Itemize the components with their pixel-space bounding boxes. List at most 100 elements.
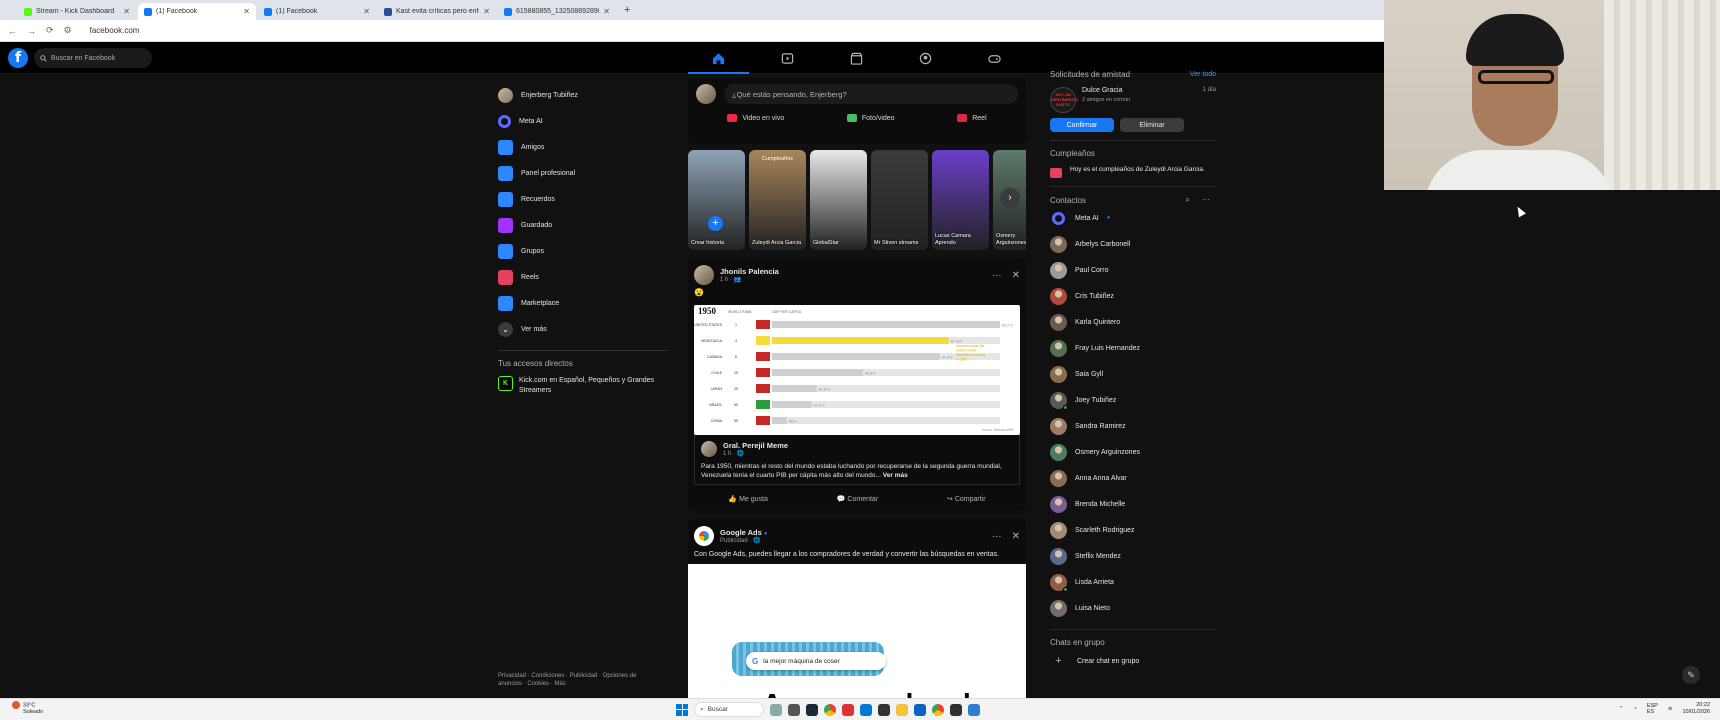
- sidebar-item[interactable]: Panel profesional: [498, 160, 668, 186]
- network-icon[interactable]: ◔: [1634, 706, 1637, 712]
- new-message-button[interactable]: ✎: [1682, 666, 1700, 684]
- footer-links[interactable]: Privacidad · Condiciones · Publicidad · …: [498, 672, 658, 688]
- contact-item[interactable]: Brenda Michelle: [1050, 491, 1216, 517]
- contact-item[interactable]: Sandra Ramirez: [1050, 413, 1216, 439]
- sidebar-item[interactable]: Reels: [498, 264, 668, 290]
- contact-item[interactable]: Saia Gyll: [1050, 361, 1216, 387]
- live-video-button[interactable]: Video en vivo: [727, 114, 784, 122]
- sidebar-item[interactable]: Amigos: [498, 134, 668, 160]
- widgets-icon[interactable]: [770, 703, 782, 716]
- ad-image[interactable]: G la mejor máquina de coser Aparece dond…: [688, 564, 1026, 704]
- calculator-icon[interactable]: [878, 703, 890, 716]
- store-icon[interactable]: [860, 703, 872, 716]
- start-button[interactable]: [676, 703, 688, 716]
- mail-icon[interactable]: [914, 703, 926, 716]
- chart-image[interactable]: 1950 WORLD RANK GDP PER CAPITA UNITED STATE…: [694, 305, 1020, 435]
- more-options-icon[interactable]: ···: [1202, 195, 1210, 205]
- contact-item[interactable]: Arbelys Carbonell: [1050, 231, 1216, 257]
- browser-tab[interactable]: Kast evita críticas pero enfoca... ✕: [378, 3, 496, 20]
- request-avatar[interactable]: SOY UN SENTIMIENTO GUSTO: [1050, 87, 1078, 113]
- composer-input[interactable]: ¿Qué estás pensando, Enjerberg?: [724, 84, 1018, 104]
- reload-icon[interactable]: ⟳: [46, 25, 54, 36]
- create-group-chat-button[interactable]: + Crear chat en grupo: [1050, 655, 1216, 667]
- browser-tab[interactable]: (1) Facebook ✕: [138, 3, 256, 20]
- close-tab-icon[interactable]: ✕: [603, 7, 610, 16]
- story-card[interactable]: GlobalStar: [810, 150, 867, 250]
- photo-video-button[interactable]: Foto/video: [846, 114, 895, 122]
- contact-item[interactable]: Steflix Mendez: [1050, 543, 1216, 569]
- story-card[interactable]: Mr Stiven streams: [871, 150, 928, 250]
- post-author[interactable]: Jhonils Palencia: [720, 267, 779, 276]
- close-icon[interactable]: ✕: [1012, 531, 1020, 542]
- contact-item[interactable]: Fray Luis Hernandez: [1050, 335, 1216, 361]
- steam-icon[interactable]: [806, 703, 818, 716]
- search-icon[interactable]: ⌕: [1186, 195, 1190, 205]
- close-tab-icon[interactable]: ✕: [483, 7, 490, 16]
- shared-author[interactable]: Gral. Perejil Meme: [723, 441, 788, 450]
- back-icon[interactable]: ←: [8, 26, 17, 36]
- facebook-search-input[interactable]: Buscar en Facebook: [34, 48, 152, 68]
- contact-item[interactable]: Paul Corro: [1050, 257, 1216, 283]
- chrome-icon[interactable]: [824, 703, 836, 716]
- contact-item[interactable]: Osmery Arguinzones: [1050, 439, 1216, 465]
- video-tab[interactable]: [753, 42, 822, 74]
- avatar[interactable]: [694, 265, 714, 285]
- task-view-icon[interactable]: [788, 703, 800, 716]
- birthday-item[interactable]: Hoy es el cumpleaños de Zuleydi Arcia Ga…: [1050, 166, 1216, 178]
- contact-item[interactable]: Scarleth Rodriguez: [1050, 517, 1216, 543]
- browser-tab[interactable]: (1) Facebook ✕: [258, 3, 376, 20]
- browser-tab[interactable]: Stream - Kick Dashboard ✕: [18, 3, 136, 20]
- sidebar-item[interactable]: Recuerdos: [498, 186, 668, 212]
- chevron-up-icon[interactable]: ⌃: [1619, 706, 1624, 712]
- weather-widget[interactable]: 33°C Soleado: [12, 701, 43, 716]
- like-button[interactable]: 👍 Me gusta: [728, 495, 767, 503]
- story-card[interactable]: Lucas Camara Aprendo: [932, 150, 989, 250]
- explorer-icon[interactable]: [896, 703, 908, 716]
- gaming-tab[interactable]: [960, 42, 1029, 74]
- stories-next-button[interactable]: ›: [1000, 188, 1020, 208]
- clock[interactable]: 20:22 10/01/2026: [1682, 702, 1710, 716]
- story-card[interactable]: + Crear historia: [688, 150, 745, 250]
- contact-item[interactable]: Joey Tubiñez: [1050, 387, 1216, 413]
- comment-button[interactable]: 💬 Comentar: [837, 495, 878, 503]
- contact-item[interactable]: Meta AI ●: [1050, 205, 1216, 231]
- chrome-icon[interactable]: [932, 703, 944, 716]
- language-indicator[interactable]: ESP ES: [1647, 703, 1658, 715]
- close-tab-icon[interactable]: ✕: [243, 7, 250, 16]
- shortcut-kick[interactable]: K Kick.com en Español, Pequeños y Grande…: [498, 376, 668, 396]
- close-icon[interactable]: ✕: [1012, 270, 1020, 281]
- taskbar-search[interactable]: ⌕ Buscar: [694, 702, 764, 717]
- sidebar-item[interactable]: Guardado: [498, 212, 668, 238]
- new-tab-button[interactable]: +: [624, 4, 630, 16]
- contact-item[interactable]: Cris Tubiñez: [1050, 283, 1216, 309]
- contact-item[interactable]: Anna Anna Alvar: [1050, 465, 1216, 491]
- sidebar-item[interactable]: ⌄ Ver más: [498, 316, 668, 342]
- share-button[interactable]: ↪ Compartir: [947, 495, 986, 503]
- post-author[interactable]: Google Ads ●: [720, 528, 768, 537]
- sidebar-item[interactable]: Enjerberg Tubiñez: [498, 82, 668, 108]
- site-info-icon[interactable]: ⚙: [64, 25, 72, 36]
- reel-button[interactable]: Reel: [957, 114, 987, 122]
- marketplace-tab[interactable]: [822, 42, 891, 74]
- confirm-button[interactable]: Confirmar: [1050, 118, 1114, 132]
- story-card[interactable]: Cumpleaños Zuleydi Arcia Garcia: [749, 150, 806, 250]
- avatar[interactable]: [701, 441, 717, 457]
- groups-tab[interactable]: [891, 42, 960, 74]
- browser-tab[interactable]: 615880855_1325086928986... ✕: [498, 3, 616, 20]
- facebook-logo[interactable]: f: [8, 48, 28, 68]
- contact-item[interactable]: Lisda Arrieta: [1050, 569, 1216, 595]
- see-all-link[interactable]: Ver todo: [1190, 71, 1216, 78]
- app-icon[interactable]: [968, 703, 980, 716]
- google-ads-logo[interactable]: [694, 526, 714, 546]
- more-options-icon[interactable]: ···: [992, 270, 1002, 281]
- forward-icon[interactable]: →: [27, 26, 36, 36]
- wifi-icon[interactable]: ≋: [1668, 706, 1673, 712]
- home-tab[interactable]: [684, 42, 753, 74]
- sidebar-item[interactable]: Grupos: [498, 238, 668, 264]
- contact-item[interactable]: Karla Quintero: [1050, 309, 1216, 335]
- more-options-icon[interactable]: ···: [992, 531, 1002, 542]
- delete-button[interactable]: Eliminar: [1120, 118, 1184, 132]
- media-icon[interactable]: [842, 703, 854, 716]
- request-name[interactable]: Dulce Gracia: [1082, 87, 1122, 94]
- avatar[interactable]: [696, 84, 716, 104]
